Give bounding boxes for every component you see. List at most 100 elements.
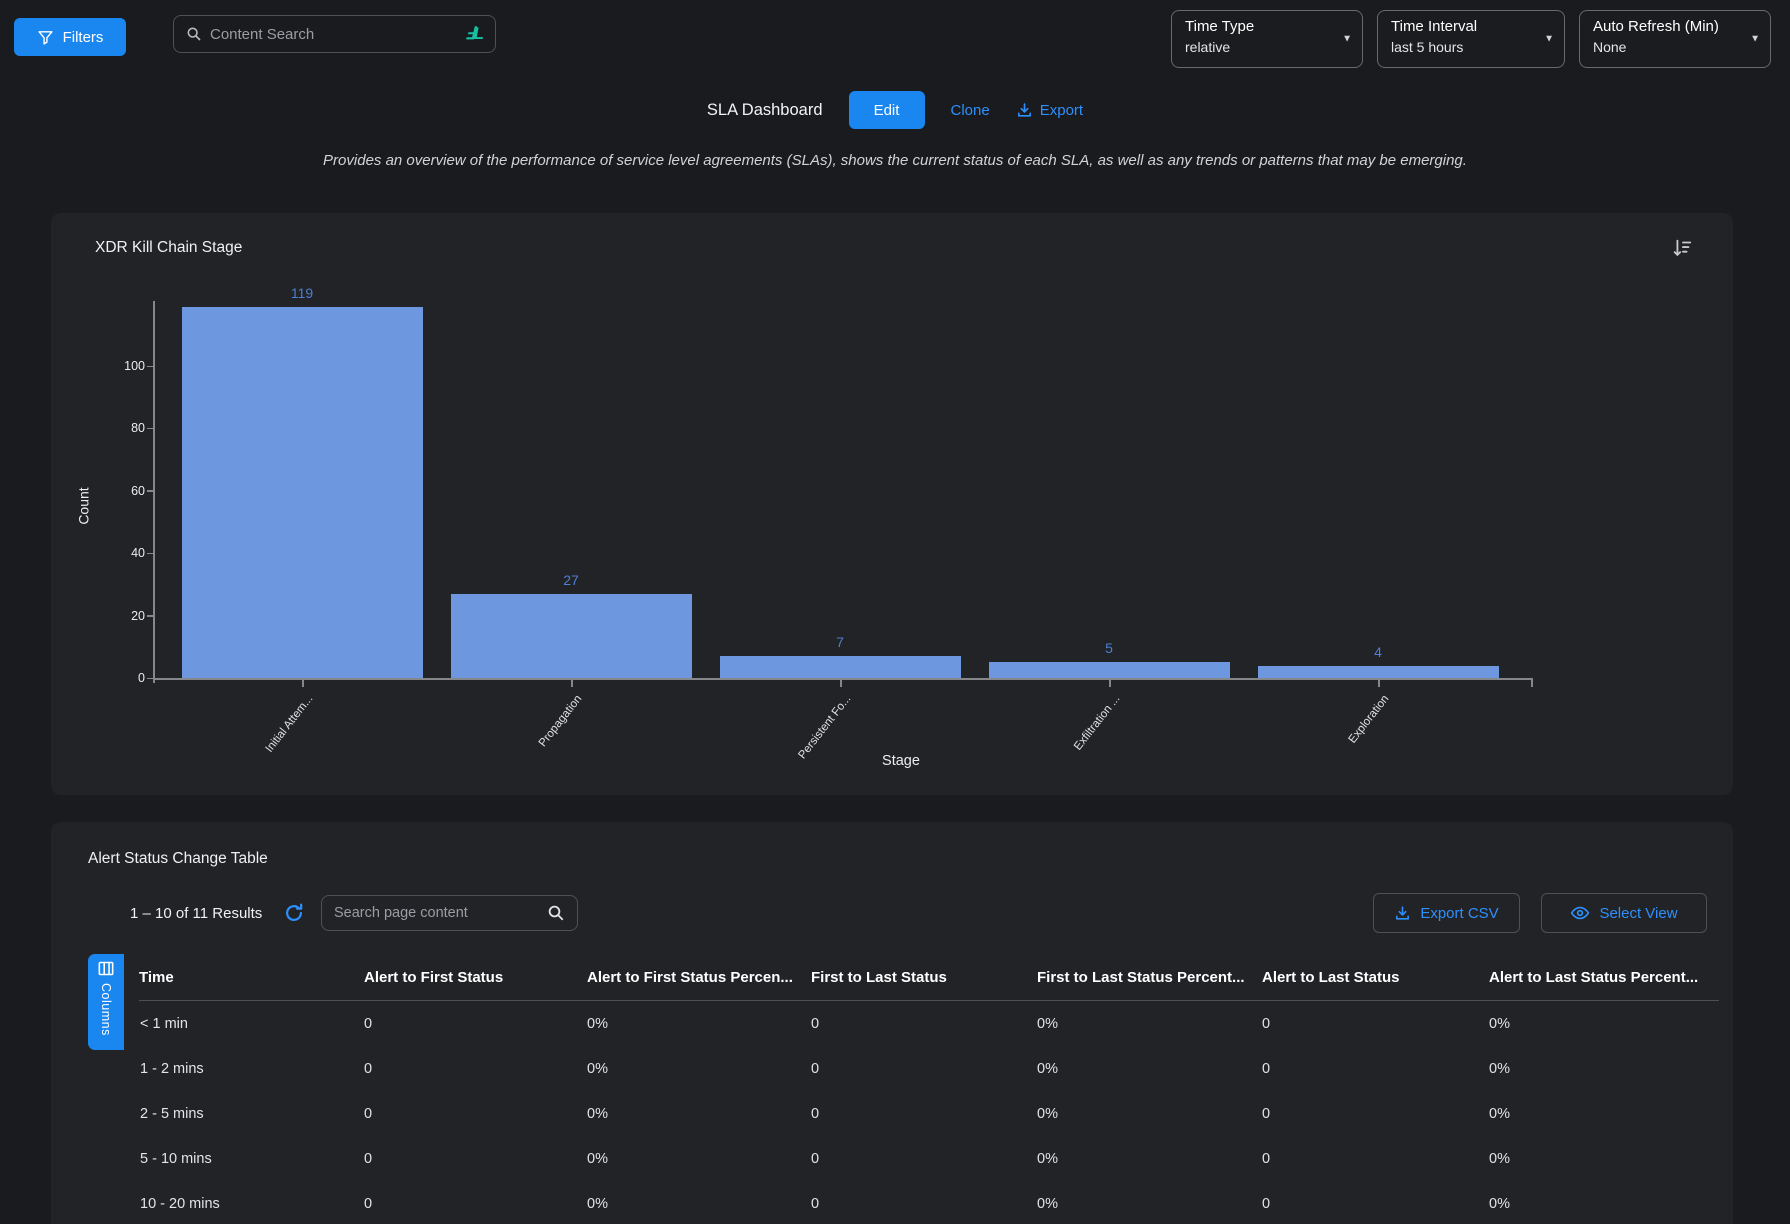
export-csv-button[interactable]: Export CSV (1373, 893, 1520, 933)
x-tick-mark (1109, 679, 1111, 687)
table-header-row: TimeAlert to First StatusAlert to First … (139, 958, 1719, 996)
xdr-kill-chain-panel: XDR Kill Chain Stage Count Stage 0204060… (51, 213, 1733, 795)
table-cell: 0 (811, 1016, 1037, 1032)
table-cell: 0% (1489, 1061, 1719, 1077)
bar-Propagation[interactable] (451, 594, 692, 678)
y-axis-title: Count (76, 487, 92, 524)
table-cell: 0% (587, 1196, 811, 1212)
bar-Persistent Fo...[interactable] (720, 656, 961, 678)
results-count: 1 – 10 of 11 Results (130, 905, 262, 922)
content-search-input[interactable] (210, 26, 457, 43)
bar-Exploration[interactable] (1258, 666, 1499, 678)
time-interval-value: last 5 hours (1391, 39, 1538, 55)
x-axis-line (153, 678, 1533, 680)
table-cell: 0 (1262, 1016, 1489, 1032)
x-tick-label: Persistent Fo... (796, 693, 853, 761)
bar-Initial Attem...[interactable] (182, 307, 423, 678)
table-row[interactable]: 2 - 5 mins00%00%00% (139, 1091, 1719, 1136)
alert-status-table: TimeAlert to First StatusAlert to First … (139, 958, 1719, 1224)
alert-status-change-panel: Alert Status Change Table 1 – 10 of 11 R… (51, 822, 1733, 1224)
time-type-value: relative (1185, 39, 1336, 55)
column-header[interactable]: Alert to Last Status Percent... (1489, 969, 1719, 986)
table-cell: 0% (1489, 1016, 1719, 1032)
table-cell: 0% (1489, 1106, 1719, 1122)
table-cell: 5 - 10 mins (139, 1151, 364, 1167)
clone-button[interactable]: Clone (951, 102, 990, 119)
bar-chart: Count Stage 020406080100119Initial Attem… (51, 213, 1733, 795)
column-header[interactable]: First to Last Status Percent... (1037, 969, 1262, 986)
table-cell: 0% (587, 1151, 811, 1167)
table-row[interactable]: < 1 min00%00%00% (139, 1001, 1719, 1046)
table-cell: 2 - 5 mins (139, 1106, 364, 1122)
bar-value-label: 5 (1069, 640, 1149, 656)
table-cell: 0% (1037, 1016, 1262, 1032)
time-type-dropdown[interactable]: Time Type relative ▼ (1171, 10, 1363, 68)
x-tick-mark (1378, 679, 1380, 687)
column-header[interactable]: Alert to Last Status (1262, 969, 1489, 986)
table-cell: 0% (587, 1061, 811, 1077)
export-button-label: Export (1040, 102, 1083, 119)
x-axis-end-tick (1531, 679, 1533, 687)
filters-button[interactable]: Filters (14, 18, 126, 56)
x-tick-label: Propagation (537, 693, 585, 749)
table-cell: 0 (364, 1106, 587, 1122)
refresh-icon[interactable] (283, 901, 307, 925)
chevron-down-icon: ▼ (1544, 34, 1554, 45)
y-tick-mark (147, 678, 154, 680)
y-tick-label: 60 (111, 484, 145, 498)
columns-tab[interactable]: Columns (88, 954, 124, 1050)
table-cell: 0% (587, 1106, 811, 1122)
dashboard-description: Provides an overview of the performance … (0, 152, 1790, 169)
column-header[interactable]: Time (139, 969, 364, 986)
column-header[interactable]: Alert to First Status Percen... (587, 969, 811, 986)
column-header[interactable]: First to Last Status (811, 969, 1037, 986)
table-cell: 0% (1037, 1151, 1262, 1167)
time-interval-dropdown[interactable]: Time Interval last 5 hours ▼ (1377, 10, 1565, 68)
auto-refresh-value: None (1593, 39, 1744, 55)
bar-value-label: 7 (800, 634, 880, 650)
column-header[interactable]: Alert to First Status (364, 969, 587, 986)
table-row[interactable]: 10 - 20 mins00%00%00% (139, 1181, 1719, 1224)
y-tick-label: 100 (111, 359, 145, 373)
table-cell: 0 (364, 1196, 587, 1212)
x-tick-label: Initial Attem... (264, 693, 316, 755)
select-view-label: Select View (1599, 905, 1677, 922)
export-button[interactable]: Export (1016, 102, 1083, 119)
dashboard-title-row: SLA Dashboard Edit Clone Export (0, 90, 1790, 130)
table-cell: 0 (364, 1151, 587, 1167)
content-search-box: ℲL (173, 15, 496, 53)
table-cell: < 1 min (139, 1016, 364, 1032)
edit-button[interactable]: Edit (849, 91, 925, 129)
y-tick-mark (147, 490, 154, 492)
query-language-logo-icon[interactable]: ℲL (465, 24, 483, 44)
table-cell: 0 (811, 1196, 1037, 1212)
page-search-input[interactable] (334, 905, 539, 921)
table-row[interactable]: 1 - 2 mins00%00%00% (139, 1046, 1719, 1091)
auto-refresh-label: Auto Refresh (Min) (1593, 18, 1744, 35)
auto-refresh-dropdown[interactable]: Auto Refresh (Min) None ▼ (1579, 10, 1771, 68)
chevron-down-icon: ▼ (1750, 34, 1760, 45)
table-cell: 0% (587, 1016, 811, 1032)
y-tick-label: 0 (111, 671, 145, 685)
columns-tab-label: Columns (99, 983, 113, 1036)
x-tick-mark (840, 679, 842, 687)
filter-funnel-icon (37, 29, 54, 46)
bar-value-label: 27 (531, 572, 611, 588)
y-tick-mark (147, 615, 154, 617)
time-type-label: Time Type (1185, 18, 1336, 35)
table-row[interactable]: 5 - 10 mins00%00%00% (139, 1136, 1719, 1181)
table-title: Alert Status Change Table (88, 850, 268, 868)
search-icon[interactable] (547, 904, 565, 922)
y-tick-mark (147, 366, 154, 368)
bar-Exfiltration ...[interactable] (989, 662, 1230, 678)
y-tick-label: 80 (111, 421, 145, 435)
y-tick-mark (147, 553, 154, 555)
y-tick-label: 40 (111, 546, 145, 560)
chevron-down-icon: ▼ (1342, 34, 1352, 45)
y-tick-label: 20 (111, 609, 145, 623)
select-view-button[interactable]: Select View (1541, 893, 1707, 933)
table-cell: 0 (364, 1061, 587, 1077)
x-axis-title: Stage (841, 753, 961, 769)
time-interval-label: Time Interval (1391, 18, 1538, 35)
table-cell: 0 (811, 1106, 1037, 1122)
